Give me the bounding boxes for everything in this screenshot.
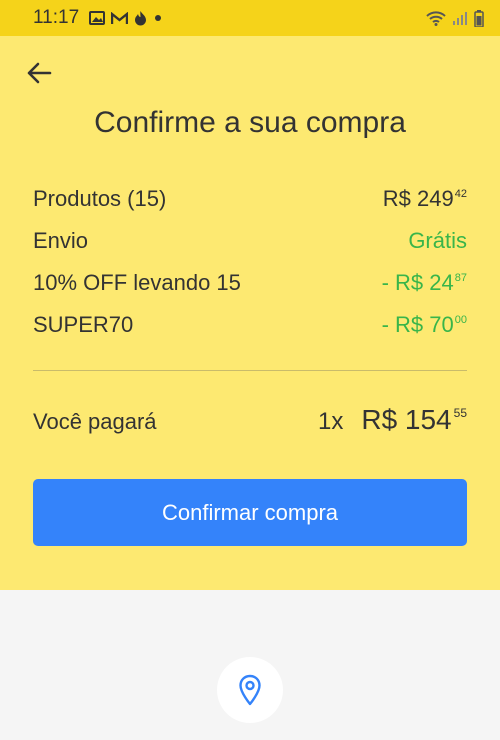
status-right-icons (426, 9, 484, 27)
total-label: Você pagará (33, 409, 157, 434)
image-icon (89, 11, 106, 25)
coupon-row: SUPER70 - R$ 7000 (33, 312, 467, 338)
shipping-row: Envio Grátis (33, 228, 467, 254)
confirm-purchase-button[interactable]: Confirmar compra (33, 479, 467, 546)
discount-row: 10% OFF levando 15 - R$ 2487 (33, 270, 467, 296)
total-value: 1x R$ 154 55 (318, 404, 467, 436)
signal-icon (453, 12, 467, 25)
summary-divider (33, 370, 467, 371)
page-title: Confirme a sua compra (94, 106, 406, 139)
products-row: Produtos (15) R$ 24942 (33, 186, 467, 212)
products-label: Produtos (15) (33, 186, 167, 211)
flame-icon (135, 11, 147, 26)
coupon-amount: - R$ 7000 (382, 312, 467, 338)
total-row: Você pagará 1x R$ 154 55 (33, 404, 467, 436)
status-bar: 11:17 (0, 0, 500, 36)
discount-amount: - R$ 2487 (382, 270, 467, 296)
products-amount-value: R$ 249 (382, 186, 454, 211)
total-amount: R$ 154 55 (361, 404, 467, 436)
coupon-amount-cents: 00 (454, 314, 467, 326)
products-amount-cents: 42 (454, 188, 467, 200)
shipping-label: Envio (33, 228, 89, 253)
total-amount-cents: 55 (453, 406, 467, 420)
dot-icon (155, 15, 162, 21)
back-button[interactable] (22, 56, 56, 90)
battery-icon (474, 9, 484, 27)
status-time: 11:17 (33, 7, 80, 28)
gmail-icon (111, 11, 129, 24)
products-amount: R$ 24942 (383, 186, 467, 212)
total-installments: 1x (317, 408, 344, 435)
coupon-label: SUPER70 (33, 312, 134, 337)
coupon-amount-value: - R$ 70 (381, 312, 454, 337)
discount-amount-value: - R$ 24 (381, 270, 454, 295)
status-left-icons (89, 10, 163, 26)
wifi-icon (426, 11, 446, 26)
discount-label: 10% OFF levando 15 (33, 270, 241, 295)
location-badge[interactable] (217, 657, 283, 723)
shipping-value: Grátis (408, 228, 467, 253)
arrow-left-icon (27, 62, 52, 84)
location-pin-icon (239, 674, 261, 706)
total-amount-value: R$ 154 (361, 404, 452, 435)
discount-amount-cents: 87 (454, 272, 467, 284)
